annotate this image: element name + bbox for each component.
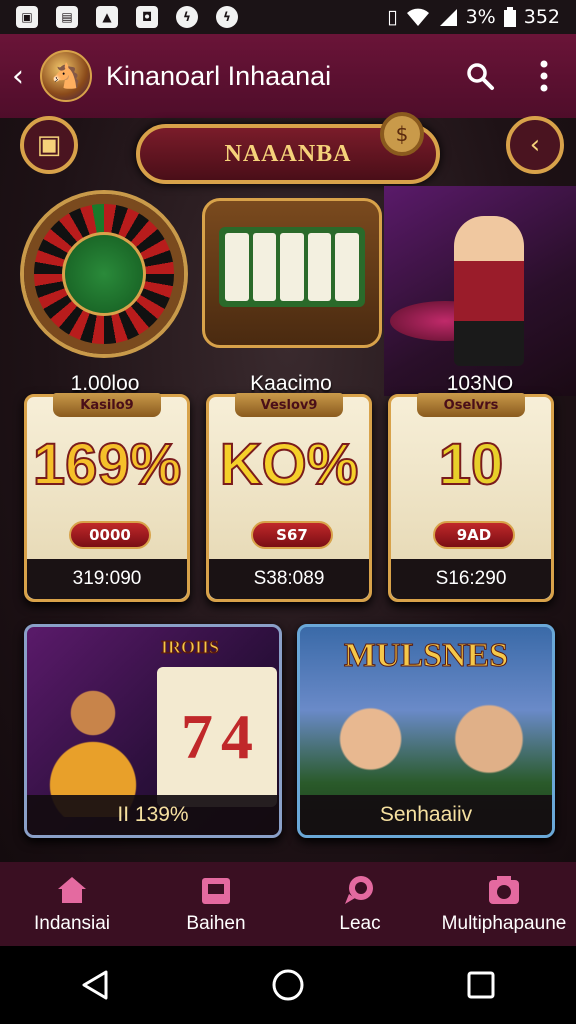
bottom-nav: Indansiai Baihen Leac Multiphapaune	[0, 862, 576, 946]
nav-label: Indansiai	[33, 913, 111, 934]
app-title: Kinanoarl Inhaanai	[106, 60, 332, 91]
featured-game-tile[interactable]: MULSNES Senhaaiiv	[297, 624, 555, 838]
gift-icon	[199, 873, 233, 907]
card-multiplier: 169%	[32, 431, 182, 498]
nav-item-camera[interactable]: Multiphapaune	[432, 862, 576, 946]
game-tile-roulette[interactable]: 1.00loo	[10, 186, 200, 396]
featured-footer: Senhaaiiv	[300, 795, 552, 835]
app-logo[interactable]: 🐴	[40, 50, 92, 102]
card-pill-button[interactable]: S67	[251, 521, 333, 549]
nav-item-home[interactable]: Indansiai	[0, 862, 144, 946]
status-bar: ▣ ▤ ▲ ◘ ϟ ϟ ▯ 3% 352	[0, 0, 576, 34]
card-tab-label: Kasilo9	[53, 393, 161, 417]
nav-label: Multiphapaune	[441, 913, 567, 934]
card-amount: 319:090	[27, 559, 187, 599]
back-arrow-icon[interactable]: ‹	[12, 59, 34, 94]
nav-item-chat[interactable]: Leac	[288, 862, 432, 946]
dealer-art	[454, 216, 524, 366]
nav-label: Baihen	[186, 913, 246, 934]
chat-icon	[343, 873, 377, 907]
home-circle-icon[interactable]	[271, 968, 305, 1002]
camera-icon	[487, 873, 521, 907]
reel-symbol: 7	[181, 701, 213, 772]
slot-card[interactable]: Veslov9 KO% S67 S38:089	[206, 393, 372, 602]
card-multiplier: KO%	[219, 431, 360, 498]
game-tile-dealer[interactable]: 103NO	[384, 186, 576, 396]
document-icon: ▤	[56, 6, 78, 28]
characters-art	[33, 657, 153, 817]
card-pill-button[interactable]: 0000	[69, 521, 151, 549]
back-triangle-icon[interactable]	[80, 969, 110, 1001]
card-amount: S38:089	[209, 559, 369, 599]
slot-card[interactable]: Kasilo9 169% 0000 319:090	[24, 393, 190, 602]
card-multiplier: 10	[438, 431, 505, 498]
card-pill-button[interactable]: 9AD	[433, 521, 515, 549]
card-amount: S16:290	[391, 559, 551, 599]
vibrate-icon: ▯	[387, 6, 398, 28]
clock: 352	[523, 6, 560, 28]
nav-label: Leac	[339, 913, 381, 934]
chevron-left-icon[interactable]: ‹	[506, 116, 564, 174]
nav-item-gift[interactable]: Baihen	[144, 862, 288, 946]
banner-title: NAAANBA	[224, 140, 352, 167]
home-icon	[55, 873, 89, 907]
more-vert-icon[interactable]	[524, 56, 564, 96]
card-tab-label: Veslov9	[235, 393, 343, 417]
slot-machine-art	[202, 198, 382, 348]
reel-symbol: 4	[221, 701, 253, 772]
slot-reels: 7 4	[157, 667, 277, 807]
recents-square-icon[interactable]	[466, 970, 496, 1000]
battery-percent: 3%	[465, 6, 496, 28]
card-tab-label: Oselvrs	[417, 393, 525, 417]
image-icon: ▲	[96, 6, 118, 28]
main-content: ▣ NAAANBA $ ‹ 1.00loo Kaacimo 103NO Kasi…	[0, 112, 576, 862]
messenger-icon: ϟ	[176, 6, 198, 28]
wifi-icon	[406, 8, 429, 26]
messenger-icon: ϟ	[216, 6, 238, 28]
system-nav-bar	[0, 946, 576, 1024]
search-icon[interactable]	[460, 56, 500, 96]
featured-title: MULSNES	[343, 637, 509, 675]
gallery-icon: ▣	[16, 6, 38, 28]
chest-icon[interactable]: ▣	[20, 116, 78, 174]
slot-card[interactable]: Oselvrs 10 9AD S16:290	[388, 393, 554, 602]
money-bag-icon: $	[380, 112, 424, 156]
featured-game-tile[interactable]: IROIIS 7 4 II 139%	[24, 624, 282, 838]
featured-footer: II 139%	[27, 795, 279, 835]
battery-icon	[503, 7, 516, 27]
game-tile-slot[interactable]: Kaacimo	[196, 186, 386, 396]
signal-icon	[439, 9, 457, 26]
photo-icon: ◘	[136, 6, 158, 28]
featured-title: IROIIS	[160, 637, 220, 658]
roulette-wheel-art	[24, 194, 184, 354]
app-bar: ‹ 🐴 Kinanoarl Inhaanai	[0, 34, 576, 118]
